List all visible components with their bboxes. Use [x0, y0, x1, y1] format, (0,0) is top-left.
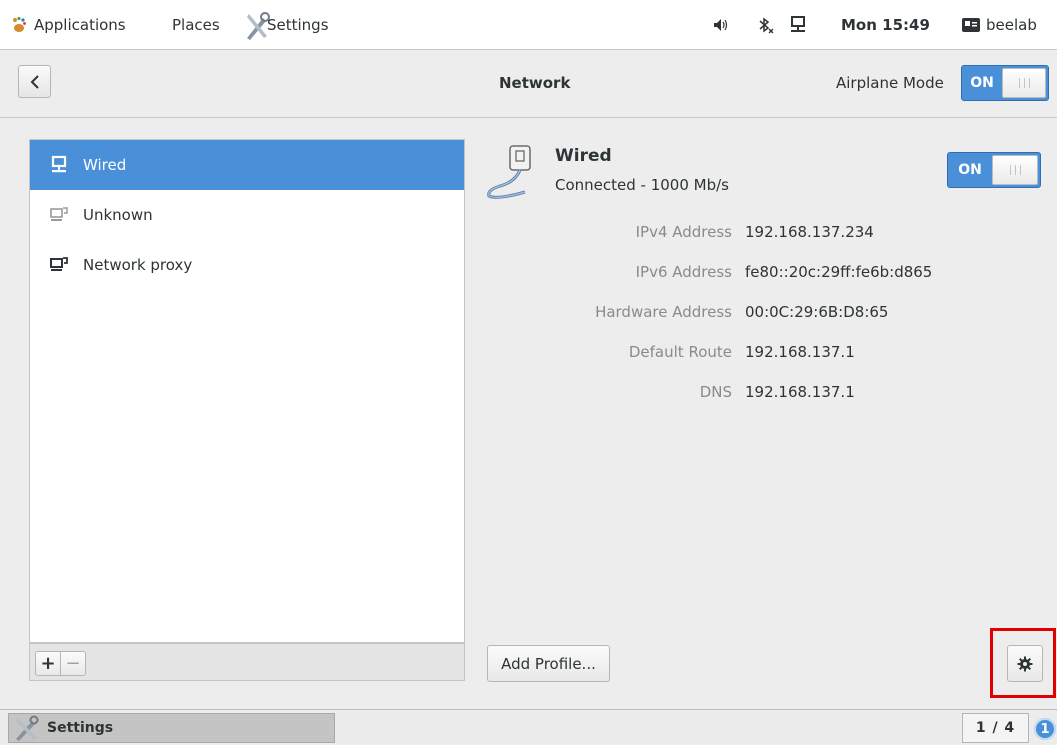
gear-icon [1017, 656, 1033, 671]
notification-badge[interactable]: 1 [1034, 718, 1056, 740]
applications-label: Applications [34, 16, 126, 34]
bottom-panel: Settings 1 / 4 1 [0, 709, 1057, 745]
wired-switch-state: ON [958, 162, 982, 178]
chevron-left-icon [30, 74, 39, 89]
detail-value: 00:0C:29:6B:D8:65 [745, 303, 889, 321]
bluetooth-indicator[interactable] [758, 0, 774, 50]
detail-row-ipv4: IPv4 Address 192.168.137.234 [0, 223, 1057, 245]
user-menu[interactable]: beelab [962, 0, 1037, 50]
detail-key: DNS [699, 383, 732, 401]
volume-indicator[interactable] [713, 0, 729, 50]
detail-key: Default Route [628, 343, 732, 361]
detail-key: IPv4 Address [635, 223, 732, 241]
detail-row-ipv6: IPv6 Address fe80::20c:29ff:fe6b:d865 [0, 263, 1057, 285]
detail-value: 192.168.137.1 [745, 383, 855, 401]
bluetooth-off-icon [759, 17, 774, 34]
workspace-indicator[interactable]: 1 / 4 [962, 713, 1029, 743]
detail-value: 192.168.137.234 [745, 223, 874, 241]
connection-options-button[interactable] [1007, 645, 1043, 682]
volume-icon [714, 19, 728, 31]
switch-knob [1002, 68, 1046, 98]
detail-value: 192.168.137.1 [745, 343, 855, 361]
settings-tools-icon [247, 12, 270, 40]
detail-row-dns: DNS 192.168.137.1 [0, 383, 1057, 405]
device-label: Wired [83, 156, 127, 174]
add-device-button[interactable]: + [35, 651, 61, 676]
user-icon [962, 18, 980, 32]
top-panel: Applications Places Settings Mon 15:49 b… [0, 0, 1057, 50]
detail-row-hardware-address: Hardware Address 00:0C:29:6B:D8:65 [0, 303, 1057, 325]
network-wired-icon [51, 155, 67, 173]
add-profile-button[interactable]: Add Profile... [487, 645, 610, 682]
device-list-toolbar: + − [29, 643, 465, 681]
wired-cable-icon [487, 145, 531, 199]
taskbar-item-label: Settings [47, 720, 114, 736]
detail-value: fe80::20c:29ff:fe6b:d865 [745, 263, 933, 281]
header-bar: Network Airplane Mode ON [0, 50, 1057, 118]
network-indicator[interactable] [790, 0, 806, 50]
app-menu-settings[interactable]: Settings [245, 0, 329, 50]
detail-row-default-route: Default Route 192.168.137.1 [0, 343, 1057, 365]
switch-knob [992, 155, 1038, 185]
detail-key: Hardware Address [595, 303, 732, 321]
network-unknown-icon [50, 207, 68, 221]
settings-tools-icon [16, 715, 39, 741]
clock[interactable]: Mon 15:49 [841, 0, 930, 50]
places-label: Places [172, 16, 220, 34]
gnome-foot-icon [13, 16, 26, 32]
taskbar-item-settings[interactable]: Settings [8, 713, 335, 743]
places-menu[interactable]: Places [172, 0, 220, 50]
network-wired-icon [791, 16, 805, 32]
page-title: Network [499, 74, 571, 92]
user-name: beelab [986, 16, 1037, 34]
device-label: Unknown [83, 206, 153, 224]
connection-status: Connected - 1000 Mb/s [555, 176, 729, 194]
connection-title: Wired [555, 146, 612, 166]
airplane-mode-label: Airplane Mode [836, 74, 944, 92]
detail-key: IPv6 Address [635, 263, 732, 281]
applications-menu[interactable]: Applications [10, 0, 126, 50]
wired-connection-switch[interactable]: ON [947, 152, 1041, 188]
airplane-mode-switch[interactable]: ON [961, 65, 1049, 101]
app-name-label: Settings [267, 16, 329, 34]
remove-device-button[interactable]: − [60, 651, 86, 676]
airplane-switch-state: ON [970, 75, 994, 91]
device-item-wired[interactable]: Wired [30, 140, 464, 190]
back-button[interactable] [18, 65, 51, 98]
